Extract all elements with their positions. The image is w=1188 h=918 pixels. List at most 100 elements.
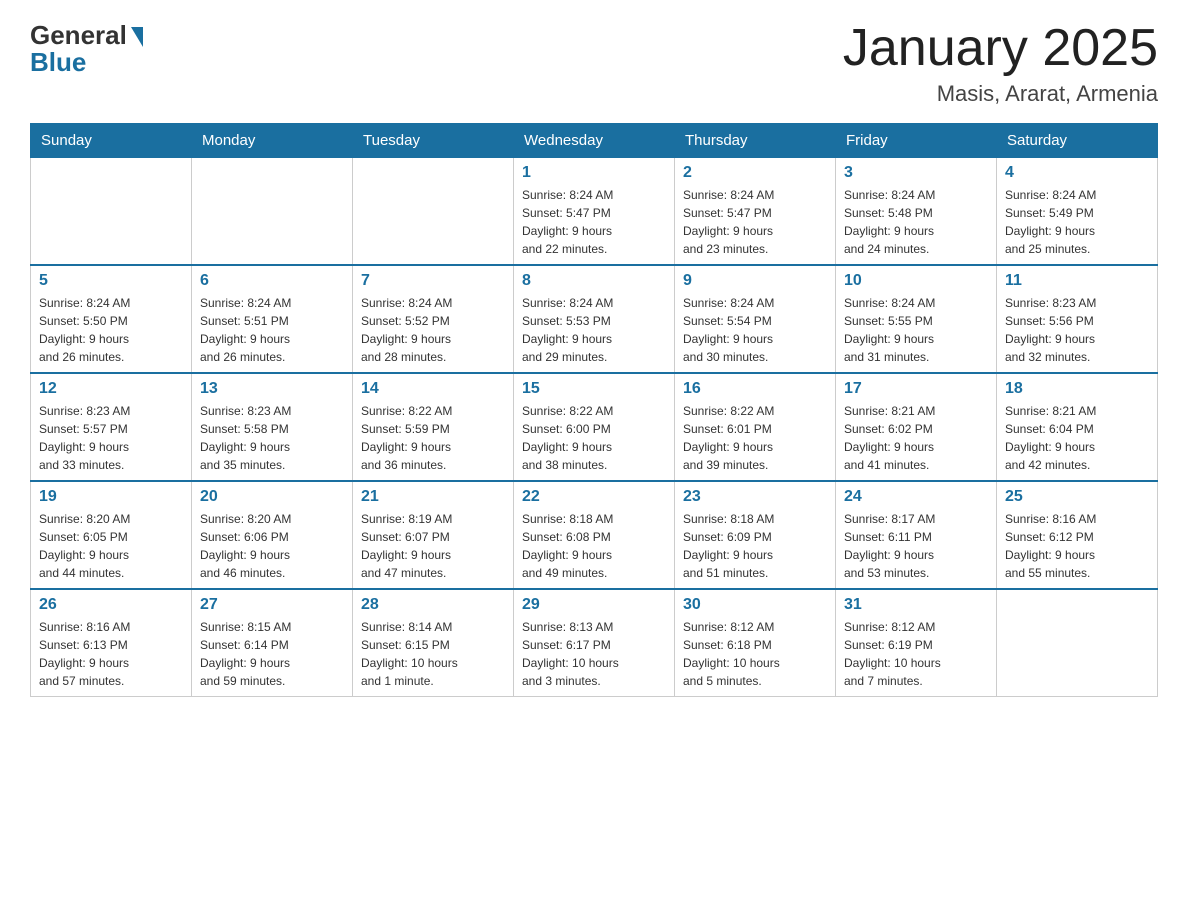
- day-number: 13: [200, 380, 344, 398]
- calendar-cell: 25 Sunrise: 8:16 AM Sunset: 6:12 PM Dayli…: [997, 481, 1158, 589]
- calendar-week-3: 12Sunrise: 8:23 AM Sunset: 5:57 PM Dayli…: [31, 373, 1158, 481]
- day-number: 17: [844, 380, 988, 398]
- calendar-cell: 17 Sunrise: 8:21 AM Sunset: 6:02 PM Dayli…: [836, 373, 997, 481]
- day-number: 30: [683, 596, 827, 614]
- day-number: 5: [39, 272, 183, 290]
- day-number: 2: [683, 164, 827, 182]
- logo: General Blue: [30, 20, 143, 78]
- calendar-cell: [192, 158, 353, 266]
- calendar-cell: 31 Sunrise: 8:12 AM Sunset: 6:19 PM Dayli…: [836, 589, 997, 697]
- calendar-cell: 21 Sunrise: 8:19 AM Sunset: 6:07 PM Dayli…: [353, 481, 514, 589]
- calendar-cell: 23 Sunrise: 8:18 AM Sunset: 6:09 PM Dayli…: [675, 481, 836, 589]
- title-section: January 2025 Masis, Ararat, Armenia: [843, 20, 1158, 107]
- column-header-monday: Monday: [192, 124, 353, 158]
- day-info: Sunrise: 8:12 AM Sunset: 6:19 PM Dayligh…: [844, 618, 988, 690]
- calendar-cell: 18 Sunrise: 8:21 AM Sunset: 6:04 PM Dayli…: [997, 373, 1158, 481]
- day-number: 9: [683, 272, 827, 290]
- calendar-cell: 4 Sunrise: 8:24 AM Sunset: 5:49 PM Daylig…: [997, 158, 1158, 266]
- day-info: Sunrise: 8:19 AM Sunset: 6:07 PM Dayligh…: [361, 510, 505, 582]
- calendar-week-2: 5 Sunrise: 8:24 AM Sunset: 5:50 PM Daylig…: [31, 265, 1158, 373]
- day-info: Sunrise: 8:16 AM Sunset: 6:13 PM Dayligh…: [39, 618, 183, 690]
- calendar-cell: 22 Sunrise: 8:18 AM Sunset: 6:08 PM Dayli…: [514, 481, 675, 589]
- calendar-cell: 16Sunrise: 8:22 AM Sunset: 6:01 PM Dayli…: [675, 373, 836, 481]
- calendar-week-5: 26 Sunrise: 8:16 AM Sunset: 6:13 PM Dayli…: [31, 589, 1158, 697]
- column-header-tuesday: Tuesday: [353, 124, 514, 158]
- day-number: 4: [1005, 164, 1149, 182]
- day-number: 7: [361, 272, 505, 290]
- day-number: 28: [361, 596, 505, 614]
- logo-triangle-icon: [131, 27, 143, 47]
- calendar-subtitle: Masis, Ararat, Armenia: [843, 81, 1158, 107]
- day-number: 31: [844, 596, 988, 614]
- day-info: Sunrise: 8:24 AM Sunset: 5:49 PM Dayligh…: [1005, 186, 1149, 258]
- calendar-cell: 14Sunrise: 8:22 AM Sunset: 5:59 PM Dayli…: [353, 373, 514, 481]
- day-info: Sunrise: 8:21 AM Sunset: 6:04 PM Dayligh…: [1005, 402, 1149, 474]
- calendar-week-1: 1 Sunrise: 8:24 AM Sunset: 5:47 PM Daylig…: [31, 158, 1158, 266]
- day-number: 16: [683, 380, 827, 398]
- calendar-header-row: SundayMondayTuesdayWednesdayThursdayFrid…: [31, 124, 1158, 158]
- day-number: 3: [844, 164, 988, 182]
- column-header-sunday: Sunday: [31, 124, 192, 158]
- day-info: Sunrise: 8:18 AM Sunset: 6:09 PM Dayligh…: [683, 510, 827, 582]
- day-info: Sunrise: 8:20 AM Sunset: 6:05 PM Dayligh…: [39, 510, 183, 582]
- calendar-cell: [31, 158, 192, 266]
- day-info: Sunrise: 8:16 AM Sunset: 6:12 PM Dayligh…: [1005, 510, 1149, 582]
- calendar-cell: 6 Sunrise: 8:24 AM Sunset: 5:51 PM Daylig…: [192, 265, 353, 373]
- day-info: Sunrise: 8:24 AM Sunset: 5:51 PM Dayligh…: [200, 294, 344, 366]
- calendar-cell: [997, 589, 1158, 697]
- day-info: Sunrise: 8:24 AM Sunset: 5:54 PM Dayligh…: [683, 294, 827, 366]
- calendar-title: January 2025: [843, 20, 1158, 77]
- column-header-friday: Friday: [836, 124, 997, 158]
- day-info: Sunrise: 8:24 AM Sunset: 5:52 PM Dayligh…: [361, 294, 505, 366]
- day-number: 29: [522, 596, 666, 614]
- calendar-cell: 12Sunrise: 8:23 AM Sunset: 5:57 PM Dayli…: [31, 373, 192, 481]
- calendar-cell: 10Sunrise: 8:24 AM Sunset: 5:55 PM Dayli…: [836, 265, 997, 373]
- day-info: Sunrise: 8:23 AM Sunset: 5:58 PM Dayligh…: [200, 402, 344, 474]
- day-info: Sunrise: 8:22 AM Sunset: 6:00 PM Dayligh…: [522, 402, 666, 474]
- page-header: General Blue January 2025 Masis, Ararat,…: [30, 20, 1158, 107]
- calendar-cell: 24 Sunrise: 8:17 AM Sunset: 6:11 PM Dayli…: [836, 481, 997, 589]
- day-number: 23: [683, 488, 827, 506]
- day-info: Sunrise: 8:18 AM Sunset: 6:08 PM Dayligh…: [522, 510, 666, 582]
- day-number: 11: [1005, 272, 1149, 290]
- day-info: Sunrise: 8:24 AM Sunset: 5:47 PM Dayligh…: [522, 186, 666, 258]
- day-info: Sunrise: 8:20 AM Sunset: 6:06 PM Dayligh…: [200, 510, 344, 582]
- day-info: Sunrise: 8:23 AM Sunset: 5:56 PM Dayligh…: [1005, 294, 1149, 366]
- calendar-cell: 1 Sunrise: 8:24 AM Sunset: 5:47 PM Daylig…: [514, 158, 675, 266]
- day-info: Sunrise: 8:17 AM Sunset: 6:11 PM Dayligh…: [844, 510, 988, 582]
- day-info: Sunrise: 8:24 AM Sunset: 5:53 PM Dayligh…: [522, 294, 666, 366]
- day-number: 19: [39, 488, 183, 506]
- calendar-cell: 20 Sunrise: 8:20 AM Sunset: 6:06 PM Dayli…: [192, 481, 353, 589]
- calendar-cell: 5 Sunrise: 8:24 AM Sunset: 5:50 PM Daylig…: [31, 265, 192, 373]
- calendar-cell: 11 Sunrise: 8:23 AM Sunset: 5:56 PM Dayli…: [997, 265, 1158, 373]
- logo-blue-text: Blue: [30, 47, 86, 78]
- day-info: Sunrise: 8:24 AM Sunset: 5:47 PM Dayligh…: [683, 186, 827, 258]
- day-number: 25: [1005, 488, 1149, 506]
- day-info: Sunrise: 8:12 AM Sunset: 6:18 PM Dayligh…: [683, 618, 827, 690]
- day-info: Sunrise: 8:22 AM Sunset: 5:59 PM Dayligh…: [361, 402, 505, 474]
- calendar-cell: 15 Sunrise: 8:22 AM Sunset: 6:00 PM Dayli…: [514, 373, 675, 481]
- day-number: 21: [361, 488, 505, 506]
- day-info: Sunrise: 8:14 AM Sunset: 6:15 PM Dayligh…: [361, 618, 505, 690]
- calendar-cell: 30 Sunrise: 8:12 AM Sunset: 6:18 PM Dayli…: [675, 589, 836, 697]
- day-info: Sunrise: 8:21 AM Sunset: 6:02 PM Dayligh…: [844, 402, 988, 474]
- day-number: 10: [844, 272, 988, 290]
- calendar-cell: [353, 158, 514, 266]
- column-header-wednesday: Wednesday: [514, 124, 675, 158]
- day-number: 22: [522, 488, 666, 506]
- column-header-thursday: Thursday: [675, 124, 836, 158]
- day-info: Sunrise: 8:24 AM Sunset: 5:50 PM Dayligh…: [39, 294, 183, 366]
- day-number: 18: [1005, 380, 1149, 398]
- day-number: 24: [844, 488, 988, 506]
- day-number: 1: [522, 164, 666, 182]
- day-number: 26: [39, 596, 183, 614]
- day-number: 15: [522, 380, 666, 398]
- calendar-cell: 27Sunrise: 8:15 AM Sunset: 6:14 PM Dayli…: [192, 589, 353, 697]
- day-info: Sunrise: 8:24 AM Sunset: 5:48 PM Dayligh…: [844, 186, 988, 258]
- day-info: Sunrise: 8:13 AM Sunset: 6:17 PM Dayligh…: [522, 618, 666, 690]
- day-info: Sunrise: 8:23 AM Sunset: 5:57 PM Dayligh…: [39, 402, 183, 474]
- day-number: 20: [200, 488, 344, 506]
- calendar-cell: 2 Sunrise: 8:24 AM Sunset: 5:47 PM Daylig…: [675, 158, 836, 266]
- calendar-cell: 13 Sunrise: 8:23 AM Sunset: 5:58 PM Dayli…: [192, 373, 353, 481]
- day-number: 6: [200, 272, 344, 290]
